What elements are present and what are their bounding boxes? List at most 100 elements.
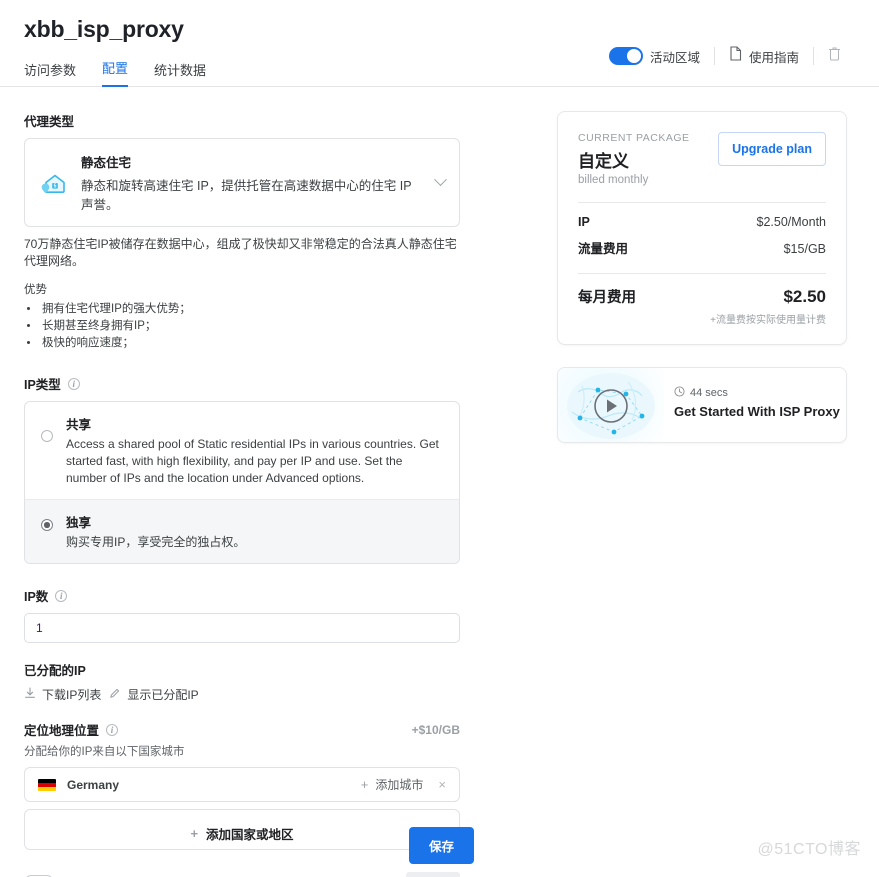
svg-text:5: 5	[54, 183, 57, 189]
video-duration-row: 44 secs	[674, 386, 840, 400]
active-zone-label: 活动区域	[649, 50, 700, 65]
tab-access-params[interactable]: 访问参数	[24, 60, 76, 87]
remove-country-icon[interactable]: ×	[434, 777, 446, 792]
tab-statistics[interactable]: 统计数据	[154, 60, 206, 87]
ip-type-options: 共享 Access a shared pool of Static reside…	[24, 401, 460, 564]
package-line-ip: IP $2.50/Month	[578, 215, 826, 229]
download-ip-list-label: 下载IP列表	[42, 688, 102, 702]
plus-icon: +	[360, 777, 369, 792]
info-icon[interactable]: i	[106, 723, 119, 736]
video-meta: 44 secs Get Started With ISP Proxy	[664, 368, 840, 442]
radio-icon[interactable]	[41, 430, 53, 442]
package-line-traffic: 流量费用 $15/GB	[578, 238, 826, 257]
package-line-key: IP	[578, 215, 590, 229]
video-thumbnail	[558, 368, 664, 442]
geo-note: 分配给你的IP来自以下国家城市	[24, 746, 185, 758]
allocated-ip-links: 下载IP列表 显示已分配IP	[24, 686, 460, 703]
package-total-label: 每月费用	[578, 290, 636, 306]
package-header: CURRENT PACKAGE 自定义 billed monthly Upgra…	[578, 132, 826, 186]
header-actions: 活动区域 使用指南	[595, 46, 855, 66]
package-line-value: $2.50/Month	[756, 215, 827, 229]
save-button[interactable]: 保存	[409, 827, 475, 864]
ip-count-section: IP数 i	[24, 586, 460, 643]
advantages-title: 优势	[24, 284, 47, 296]
package-eyebrow: CURRENT PACKAGE	[578, 132, 690, 144]
add-city-button[interactable]: + 添加城市	[361, 776, 424, 793]
geo-label: 定位地理位置 i +$10/GB	[24, 722, 460, 739]
proxy-type-title: 静态住宅	[81, 156, 132, 170]
video-title: Get Started With ISP Proxy	[674, 404, 840, 419]
pencil-icon	[109, 687, 121, 702]
info-icon[interactable]: i	[67, 377, 80, 390]
ip-type-option-shared[interactable]: 共享 Access a shared pool of Static reside…	[25, 402, 459, 499]
package-billing-cycle: billed monthly	[578, 174, 649, 186]
show-allocated-ip-label: 显示已分配IP	[127, 688, 199, 702]
proxy-type-desc: 静态和旋转高速住宅 IP，提供托管在高速数据中心的住宅 IP 声誉。	[81, 179, 412, 212]
package-total-row: 每月费用 $2.50	[578, 286, 826, 307]
package-name: 自定义	[578, 152, 629, 171]
page-footer: 保存 @51CTO博客	[0, 815, 879, 877]
ip-type-shared-text: 共享 Access a shared pool of Static reside…	[66, 414, 445, 487]
delete-button[interactable]	[814, 46, 855, 66]
ip-type-dedicated-desc: 购买专用IP，享受完全的独占权。	[66, 535, 246, 549]
globe-icon	[567, 373, 655, 439]
proxy-type-label: 代理类型	[24, 115, 75, 129]
download-ip-list-link[interactable]: 下载IP列表	[24, 686, 101, 703]
proxy-type-select[interactable]: 5 静态住宅 静态和旋转高速住宅 IP，提供托管在高速数据中心的住宅 IP 声誉…	[24, 138, 460, 227]
chevron-down-icon[interactable]	[434, 173, 447, 187]
page-title: xbb_isp_proxy	[24, 16, 184, 42]
page-body: 代理类型 5 静态住宅 静态和旋转高速住宅 IP，提供托管在高速数据中心的住宅 …	[0, 87, 879, 877]
list-item: 拥有住宅代理IP的强大优势；	[40, 301, 460, 318]
allocated-ip-label: 已分配的IP	[24, 664, 86, 678]
package-line-value: $15/GB	[783, 242, 826, 256]
country-name: Germany	[67, 777, 120, 792]
ip-type-shared-title: 共享	[66, 418, 92, 432]
radio-icon[interactable]	[41, 519, 53, 531]
document-icon	[729, 46, 742, 66]
static-residential-icon: 5	[39, 168, 69, 198]
proxy-type-text: 静态住宅 静态和旋转高速住宅 IP，提供托管在高速数据中心的住宅 IP 声誉。	[81, 152, 424, 213]
upgrade-plan-button[interactable]: Upgrade plan	[718, 132, 826, 166]
active-zone-toggle[interactable]	[608, 47, 643, 65]
current-package-card: CURRENT PACKAGE 自定义 billed monthly Upgra…	[557, 111, 847, 345]
proxy-type-description: 70万静态住宅IP被储存在数据中心，组成了极快却又非常稳定的合法真人静态住宅代理…	[24, 237, 457, 268]
info-icon[interactable]: i	[55, 589, 68, 602]
package-footnote: +流量费按实际使用量计费	[710, 315, 826, 326]
config-form-column: 代理类型 5 静态住宅 静态和旋转高速住宅 IP，提供托管在高速数据中心的住宅 …	[24, 111, 460, 877]
country-row-container: Germany + 添加城市 ×	[24, 767, 460, 802]
ip-type-label: IP类型 i	[24, 374, 460, 393]
ip-type-section: IP类型 i 共享 Access a shared pool of Static…	[24, 374, 460, 564]
show-allocated-ip-link[interactable]: 显示已分配IP	[109, 686, 199, 703]
tab-configuration[interactable]: 配置	[102, 58, 129, 87]
usage-guide-button[interactable]: 使用指南	[715, 46, 813, 66]
country-row-germany[interactable]: Germany + 添加城市 ×	[25, 768, 459, 801]
package-divider-2	[578, 273, 826, 274]
video-duration: 44 secs	[690, 387, 728, 399]
package-line-key: 流量费用	[578, 242, 629, 256]
proxy-type-selected-option[interactable]: 5 静态住宅 静态和旋转高速住宅 IP，提供托管在高速数据中心的住宅 IP 声誉…	[25, 139, 459, 226]
list-item: 极快的响应速度；	[40, 335, 460, 352]
video-card[interactable]: 44 secs Get Started With ISP Proxy	[557, 367, 847, 443]
active-zone-control[interactable]: 活动区域	[595, 47, 714, 66]
ip-count-label: IP数 i	[24, 586, 460, 605]
ip-type-shared-desc: Access a shared pool of Static residenti…	[66, 437, 439, 485]
clock-icon	[674, 386, 685, 400]
ip-type-dedicated-text: 独享 购买专用IP，享受完全的独占权。	[66, 512, 245, 551]
package-total-value: $2.50	[783, 287, 826, 306]
summary-column: CURRENT PACKAGE 自定义 billed monthly Upgra…	[557, 111, 847, 877]
configuration-page: xbb_isp_proxy 访问参数 配置 统计数据 活动区域 使用指南 代理类…	[0, 0, 879, 877]
ip-count-input[interactable]	[24, 613, 460, 643]
watermark: @51CTO博客	[757, 841, 861, 858]
trash-icon	[828, 46, 841, 66]
advantages-list: 拥有住宅代理IP的强大优势； 长期甚至终身拥有IP； 极快的响应速度；	[40, 301, 460, 352]
download-icon	[24, 687, 36, 702]
add-city-label: 添加城市	[375, 778, 424, 792]
package-info: CURRENT PACKAGE 自定义 billed monthly	[578, 132, 690, 186]
ip-type-dedicated-title: 独享	[66, 516, 92, 530]
usage-guide-label: 使用指南	[748, 50, 799, 65]
ip-type-option-dedicated[interactable]: 独享 购买专用IP，享受完全的独占权。	[25, 499, 459, 563]
allocated-ip-section: 已分配的IP 下载IP列表 显示已分配IP	[24, 660, 460, 703]
flag-germany-icon	[38, 778, 56, 791]
page-header: xbb_isp_proxy 访问参数 配置 统计数据	[0, 0, 879, 87]
list-item: 长期甚至终身拥有IP；	[40, 318, 460, 335]
